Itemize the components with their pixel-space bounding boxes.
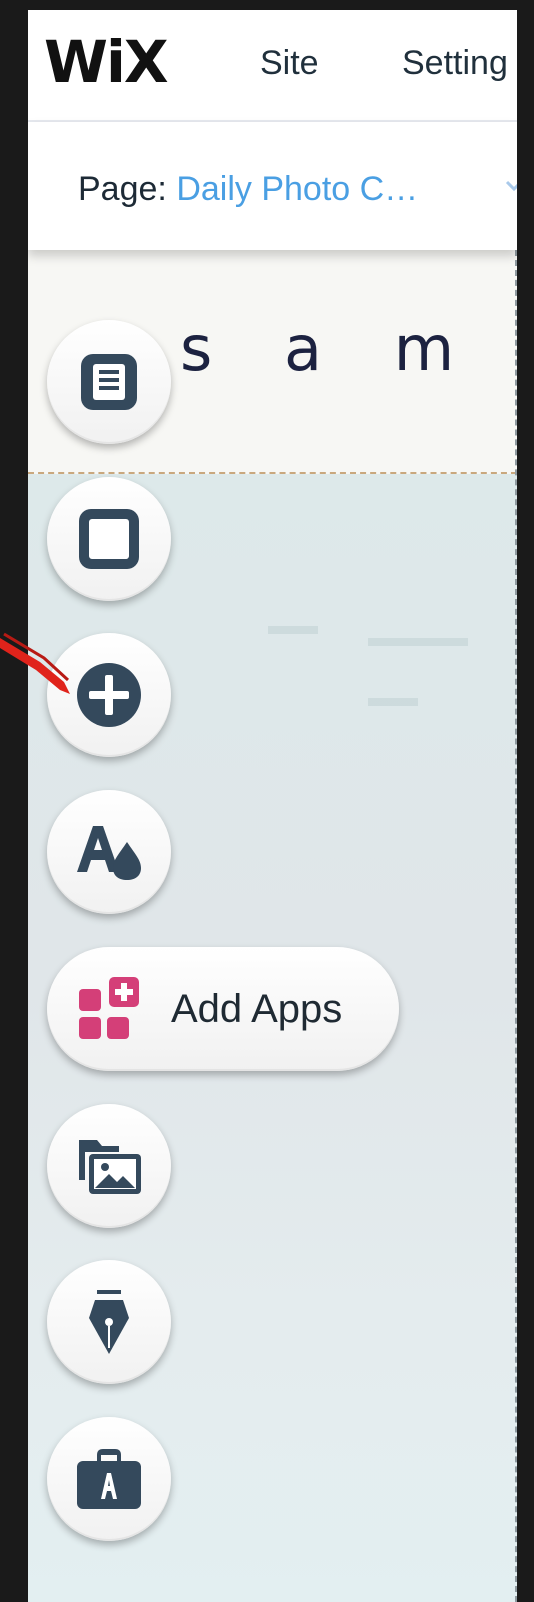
add-apps-icon [79, 977, 139, 1039]
add-plus-icon [77, 663, 141, 727]
canvas-boundary [513, 250, 517, 1602]
top-menu-bar: WiX Site Setting [28, 10, 517, 122]
current-page-name[interactable]: Daily Photo C… [176, 170, 418, 208]
design-button[interactable] [47, 790, 171, 914]
add-apps-label: Add Apps [171, 987, 343, 1031]
pages-button[interactable] [47, 320, 171, 444]
page-selector-bar: Page: Daily Photo C… [28, 122, 517, 250]
my-uploads-button[interactable] [47, 1104, 171, 1228]
my-uploads-icon [79, 1140, 141, 1194]
chevron-down-icon[interactable] [504, 174, 517, 194]
canvas-shape [368, 698, 418, 706]
design-icon [77, 826, 141, 880]
background-icon [79, 509, 139, 569]
menu-settings[interactable]: Setting [402, 44, 508, 83]
wix-logo[interactable]: WiX [44, 28, 169, 96]
pages-icon [81, 354, 137, 410]
blog-button[interactable] [47, 1260, 171, 1384]
red-arrow-pointer [0, 632, 70, 694]
canvas-shape [368, 638, 468, 646]
site-title-text[interactable]: s a m p l [180, 312, 517, 385]
canvas-shape [268, 626, 318, 634]
app-market-icon [77, 1449, 141, 1509]
background-button[interactable] [47, 477, 171, 601]
page-label: Page: [78, 170, 167, 208]
menu-site[interactable]: Site [260, 44, 319, 83]
page-selector[interactable]: Page: Daily Photo C… [78, 170, 418, 209]
app-market-button[interactable] [47, 1417, 171, 1541]
blog-pen-icon [89, 1290, 129, 1354]
add-apps-button[interactable]: Add Apps [47, 947, 399, 1071]
